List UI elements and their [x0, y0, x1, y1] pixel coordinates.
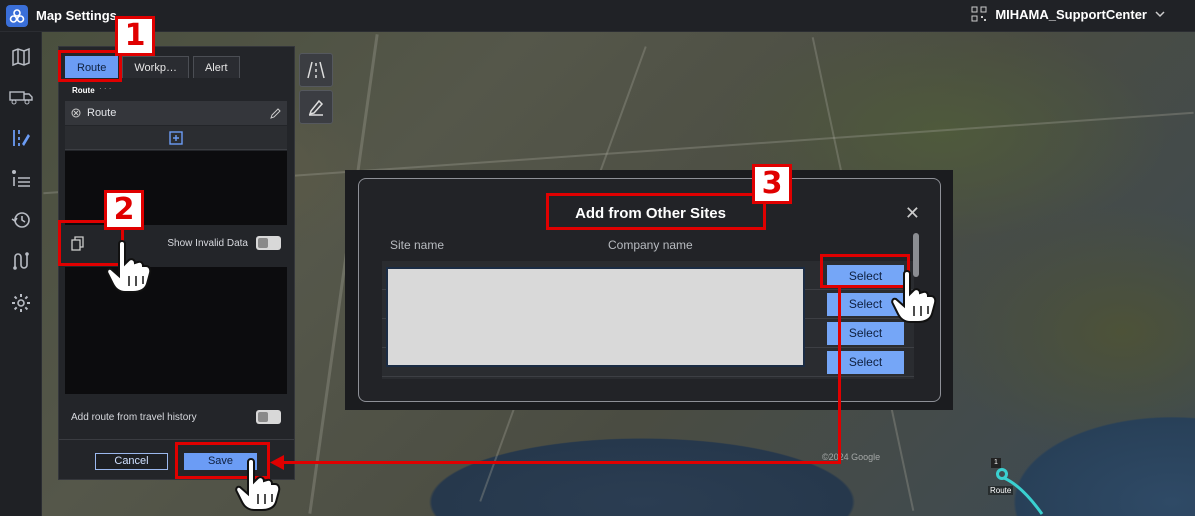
close-circle-icon[interactable]: [71, 108, 81, 118]
show-invalid-toggle[interactable]: [256, 236, 281, 250]
add-history-label: Add route from travel history: [71, 411, 197, 423]
cancel-button[interactable]: Cancel: [95, 453, 168, 470]
badge-1: 1: [115, 16, 155, 56]
connector-line: [838, 288, 841, 464]
close-icon[interactable]: ✕: [905, 203, 920, 224]
route-item-header[interactable]: Route: [65, 101, 287, 125]
pointer-hand-icon: [235, 458, 281, 511]
route-header-label: Route: [87, 107, 117, 119]
truck-icon[interactable]: [6, 82, 36, 112]
column-company-name: Company name: [608, 238, 693, 252]
app-title: Map Settings: [36, 8, 117, 23]
marker-label: Route: [988, 486, 1014, 495]
annotation-box-route-tab: [58, 50, 122, 82]
show-invalid-label: Show Invalid Data: [167, 237, 248, 249]
more-dots: · · ·: [99, 84, 112, 93]
history-icon[interactable]: [6, 205, 36, 235]
travel-history-toggle[interactable]: [256, 410, 281, 424]
route-edit-icon[interactable]: [6, 123, 36, 153]
badge-3: 3: [752, 164, 792, 204]
add-route-button[interactable]: [65, 126, 287, 150]
column-site-name: Site name: [390, 238, 445, 252]
annotation-box-title: [546, 193, 766, 230]
marker-number: 1: [991, 458, 1001, 468]
tab-workplace[interactable]: Workp…: [122, 56, 189, 78]
path-icon[interactable]: [6, 246, 36, 276]
tab-caption: Route: [72, 86, 95, 95]
connector-line: [282, 461, 841, 464]
road-view-button[interactable]: [299, 53, 333, 87]
road-icon: [307, 61, 325, 79]
badge-2: 2: [104, 190, 144, 230]
pencil-icon: [308, 99, 324, 116]
left-nav-rail: [0, 32, 42, 516]
gear-icon[interactable]: [6, 288, 36, 318]
redacted-site-list: [386, 267, 805, 367]
map-icon[interactable]: [6, 42, 36, 72]
footer-divider: [59, 439, 294, 440]
draw-button[interactable]: [299, 90, 333, 124]
edit-icon[interactable]: [270, 107, 281, 119]
pointer-hand-icon: [891, 270, 937, 323]
top-bar: Map Settings MIHAMA_SupportCenter: [0, 0, 1195, 32]
app-logo-icon[interactable]: [6, 5, 28, 27]
route-detail-area: [65, 267, 287, 394]
site-selector[interactable]: MIHAMA_SupportCenter: [971, 6, 1165, 22]
list-icon[interactable]: [6, 164, 36, 194]
tab-alert[interactable]: Alert: [192, 56, 240, 78]
route-list-area: [65, 151, 287, 225]
pointer-hand-icon: [106, 240, 152, 293]
qr-code-icon: [971, 6, 987, 22]
site-name: MIHAMA_SupportCenter: [995, 6, 1147, 22]
travel-history-row: Add route from travel history: [65, 403, 287, 431]
plus-square-icon: [169, 130, 183, 145]
chevron-down-icon: [1155, 11, 1165, 18]
